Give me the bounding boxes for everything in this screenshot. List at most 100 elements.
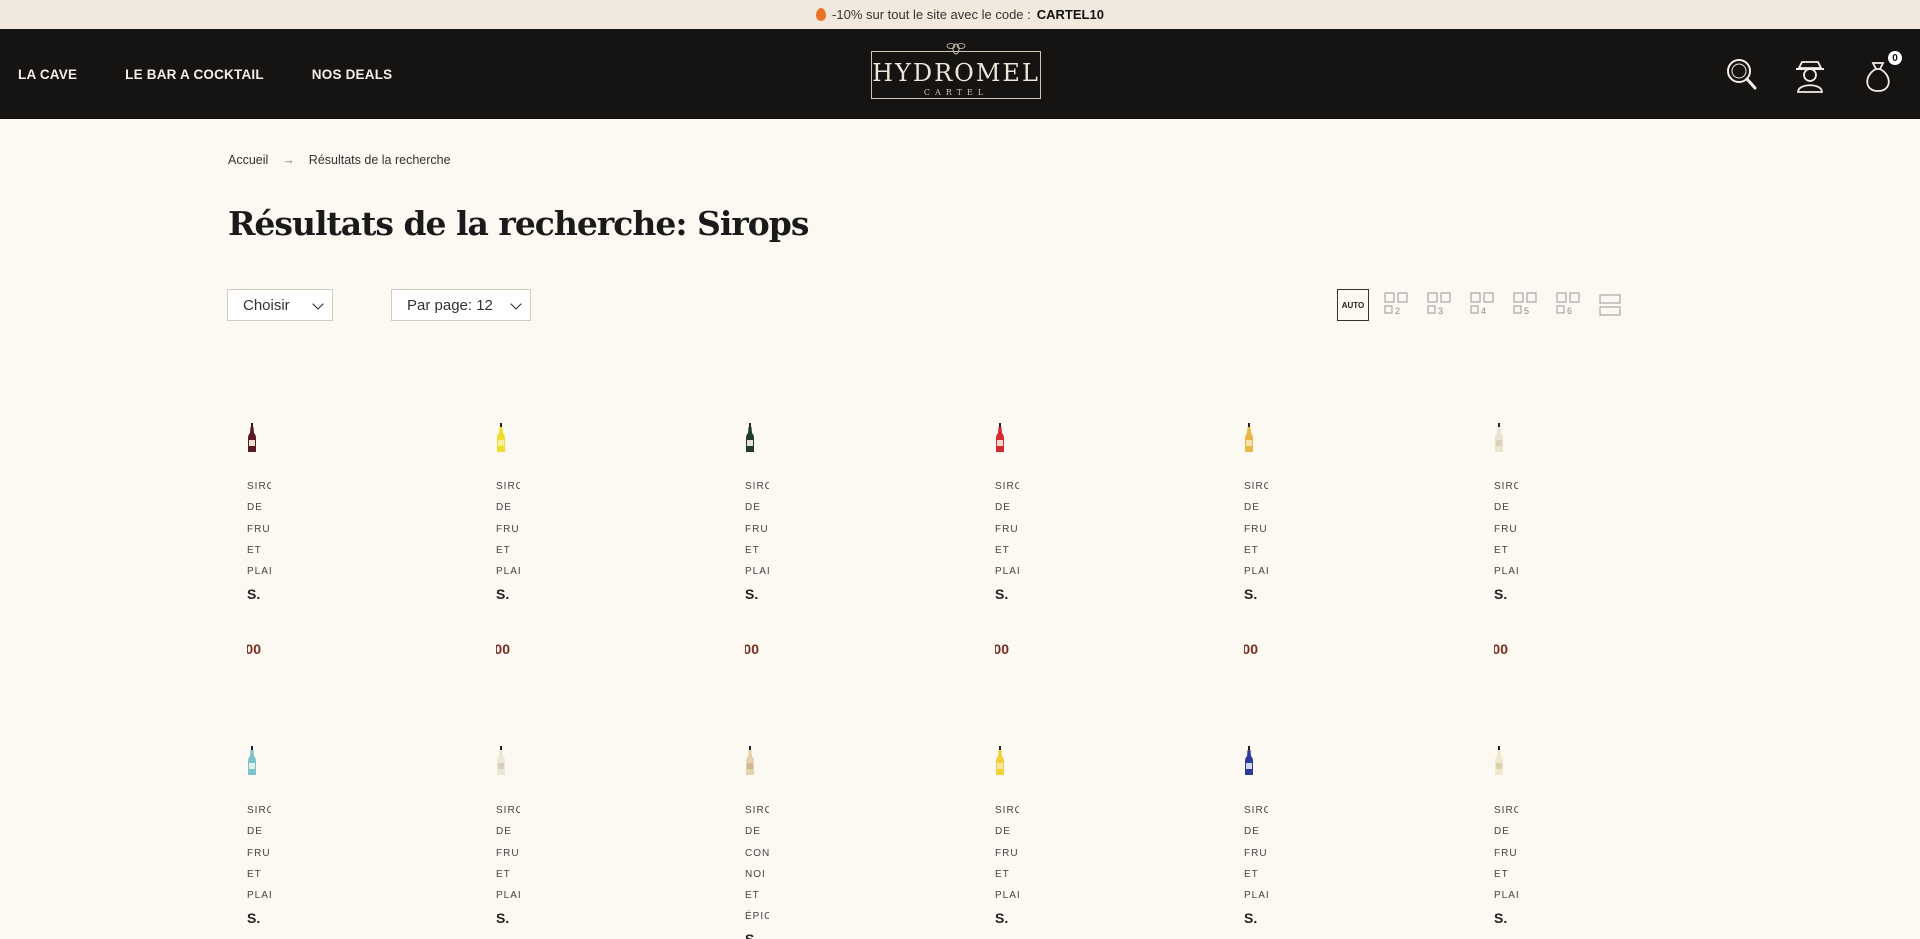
grid-5-button[interactable]: 5: [1509, 289, 1541, 321]
product-title-line: FRU: [1244, 523, 1268, 535]
product-title-line: ET: [247, 544, 262, 556]
product-title-line: FRU: [496, 847, 520, 859]
grid-4-icon: 4: [1470, 292, 1494, 316]
list-view-button[interactable]: [1594, 289, 1626, 321]
product-vendor: S.: [247, 585, 261, 602]
product-title-line: PLAI: [1494, 890, 1518, 902]
sort-select[interactable]: Choisir: [227, 289, 333, 321]
product-title-line: SIRO: [496, 805, 520, 816]
product-title: SIRO DE FRU ET PLAI: [745, 476, 769, 582]
product-title-line: SIRO: [1244, 481, 1268, 492]
product-title-line: FRU: [247, 847, 271, 859]
product-title: SIRO DE FRU ET PLAI: [1244, 800, 1268, 906]
product-title-line: DE: [247, 826, 263, 838]
nav-la-cave[interactable]: LA CAVE: [18, 67, 77, 82]
product-title: SIRO DE FRU ET PLAI: [496, 476, 520, 582]
product-title-line: PLAI: [745, 566, 769, 578]
product-title-line: SIRO: [745, 805, 769, 816]
product-title-line: ET: [496, 868, 511, 880]
product-title-line: ET: [1244, 544, 1259, 556]
product-title-line: PLAI: [1494, 566, 1518, 578]
grid-auto-label: AUTO: [1341, 300, 1365, 310]
svg-text:3: 3: [1438, 306, 1443, 316]
product-bottle-image: [497, 746, 505, 775]
breadcrumb-separator: →: [282, 153, 295, 167]
promo-text: -10% sur tout le site avec le code :: [832, 7, 1031, 22]
detective-user-icon: [1796, 61, 1824, 93]
nav-bar-a-cocktail[interactable]: LE BAR A COCKTAIL: [125, 67, 264, 82]
product-title-line: FRU: [496, 523, 520, 535]
grid-3-button[interactable]: 3: [1423, 289, 1455, 321]
product-bottle-image: [497, 423, 505, 452]
product-bottle-image: [1495, 423, 1503, 452]
product-vendor: S.: [496, 585, 510, 602]
cart-count-badge: 0: [1888, 51, 1902, 65]
product-title-line: DE: [247, 502, 263, 514]
product-title-line: SIRO: [247, 481, 271, 492]
product-title-line: NOI: [745, 868, 766, 880]
product-title: SIRO DE CON NOI ET ÉPIC: [745, 800, 769, 928]
product-bottle-image: [1495, 746, 1503, 775]
grid-6-button[interactable]: 6: [1552, 289, 1584, 321]
product-price: 00: [496, 641, 510, 657]
product-vendor: S.: [247, 909, 261, 926]
product-bottle-image: [996, 423, 1004, 452]
product-title: SIRO DE FRU ET PLAI: [247, 476, 271, 582]
product-title-line: DE: [995, 826, 1011, 838]
product-price: 00: [1494, 641, 1508, 657]
product-title-line: ET: [745, 890, 760, 902]
product-title-line: PLAI: [247, 890, 271, 902]
svg-text:4: 4: [1481, 306, 1486, 316]
product-title-line: SIRO: [745, 481, 769, 492]
product-title-line: SIRO: [1494, 481, 1518, 492]
product-title-line: DE: [496, 826, 512, 838]
product-title-line: ET: [1494, 868, 1509, 880]
product-price: 00: [745, 641, 759, 657]
product-vendor: S.: [1244, 585, 1258, 602]
nav-nos-deals[interactable]: NOS DEALS: [312, 67, 393, 82]
product-title-line: FRU: [1244, 847, 1268, 859]
product-title-line: PLAI: [995, 566, 1019, 578]
product-title-line: FRU: [745, 523, 769, 535]
product-title-line: FRU: [995, 523, 1019, 535]
product-title-line: DE: [745, 826, 761, 838]
product-title-line: SIRO: [247, 805, 271, 816]
grid-2-button[interactable]: 2: [1380, 289, 1412, 321]
product-title: SIRO DE FRU ET PLAI: [1494, 800, 1518, 906]
product-vendor: S.: [995, 585, 1009, 602]
account-button[interactable]: [1790, 55, 1830, 95]
product-title: SIRO DE FRU ET PLAI: [247, 800, 271, 906]
grid-auto-button[interactable]: AUTO: [1337, 289, 1369, 321]
logo-subtitle: CARTEL: [923, 88, 989, 97]
product-title-line: ET: [1494, 544, 1509, 556]
product-title: SIRO DE FRU ET PLAI: [1494, 476, 1518, 582]
svg-text:5: 5: [1524, 306, 1529, 316]
main-nav: LA CAVE LE BAR A COCKTAIL NOS DEALS: [18, 29, 392, 119]
product-title-line: FRU: [1494, 523, 1518, 535]
promo-code: CARTEL10: [1036, 7, 1104, 22]
grid-3-icon: 3: [1427, 292, 1451, 316]
magnifier-icon: [1727, 59, 1757, 90]
product-title-line: FRU: [247, 523, 271, 535]
product-title-line: PLAI: [995, 890, 1019, 902]
cart-button[interactable]: 0: [1858, 51, 1902, 95]
breadcrumb: Accueil → Résultats de la recherche: [228, 153, 451, 167]
search-button[interactable]: [1722, 55, 1762, 95]
product-price: 00: [995, 641, 1009, 657]
per-page-select[interactable]: Par page: 12: [391, 289, 531, 321]
svg-text:2: 2: [1395, 306, 1400, 316]
product-vendor: S.: [1494, 585, 1508, 602]
product-title: SIRO DE FRU ET PLAI: [496, 800, 520, 906]
product-title-line: DE: [1494, 502, 1510, 514]
site-logo[interactable]: HYDROMEL CARTEL: [871, 41, 1041, 107]
logo-wordmark: HYDROMEL: [872, 59, 1040, 87]
product-title-line: FRU: [1494, 847, 1518, 859]
list-view-icon: [1599, 294, 1621, 316]
product-title-line: ET: [995, 868, 1010, 880]
product-title-line: PLAI: [1244, 890, 1268, 902]
grid-4-button[interactable]: 4: [1466, 289, 1498, 321]
breadcrumb-home[interactable]: Accueil: [228, 153, 268, 167]
site-header: LA CAVE LE BAR A COCKTAIL NOS DEALS HYDR…: [0, 29, 1920, 119]
product-bottle-image: [1245, 746, 1253, 775]
page-title: Résultats de la recherche: Sirops: [228, 204, 809, 243]
